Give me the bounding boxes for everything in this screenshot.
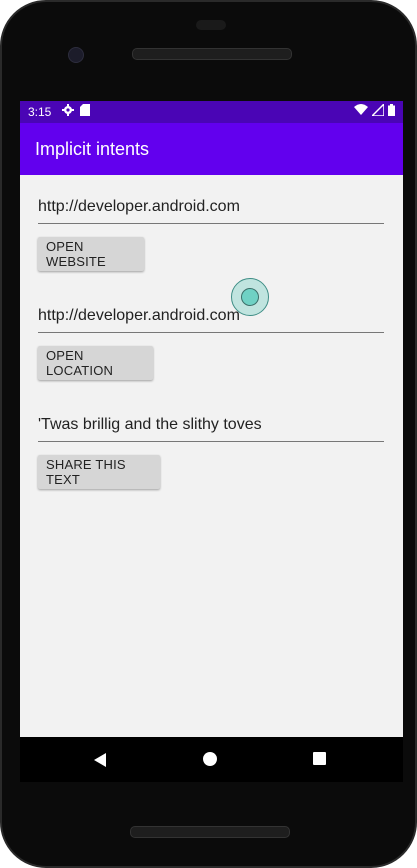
battery-icon xyxy=(388,104,395,116)
earpiece xyxy=(196,20,226,30)
navigation-bar xyxy=(20,737,403,782)
top-speaker-grille xyxy=(132,48,292,60)
share-text-button[interactable]: SHARE THIS TEXT xyxy=(38,455,160,489)
gear-icon xyxy=(62,104,74,116)
signal-icon xyxy=(372,104,384,116)
front-camera xyxy=(68,47,84,63)
website-url-value: http://developer.android.com xyxy=(38,198,240,215)
touch-indicator xyxy=(231,278,269,316)
open-location-button[interactable]: OPEN LOCATION xyxy=(38,346,153,380)
wifi-icon xyxy=(354,104,368,115)
recents-icon[interactable] xyxy=(313,752,326,765)
app-title: Implicit intents xyxy=(35,139,150,159)
status-bar: 3:15 xyxy=(20,101,403,123)
back-icon[interactable] xyxy=(93,752,107,768)
status-time: 3:15 xyxy=(28,105,52,119)
home-icon[interactable] xyxy=(203,752,217,766)
app-bar: Implicit intents xyxy=(20,123,403,175)
open-website-button[interactable]: OPEN WEBSITE xyxy=(38,237,144,271)
location-input[interactable]: http://developer.android.com xyxy=(38,304,384,333)
location-value: http://developer.android.com xyxy=(38,307,240,324)
device-screen: 3:15 Implicit intents http://developer.a… xyxy=(20,101,403,737)
share-text-input[interactable]: 'Twas brillig and the slithy toves xyxy=(38,413,384,442)
phone-frame: 3:15 Implicit intents http://developer.a… xyxy=(0,0,417,868)
bottom-speaker-grille xyxy=(130,826,290,838)
sd-card-icon xyxy=(80,104,90,116)
website-url-input[interactable]: http://developer.android.com xyxy=(38,195,384,224)
share-text-value: 'Twas brillig and the slithy toves xyxy=(38,416,262,433)
